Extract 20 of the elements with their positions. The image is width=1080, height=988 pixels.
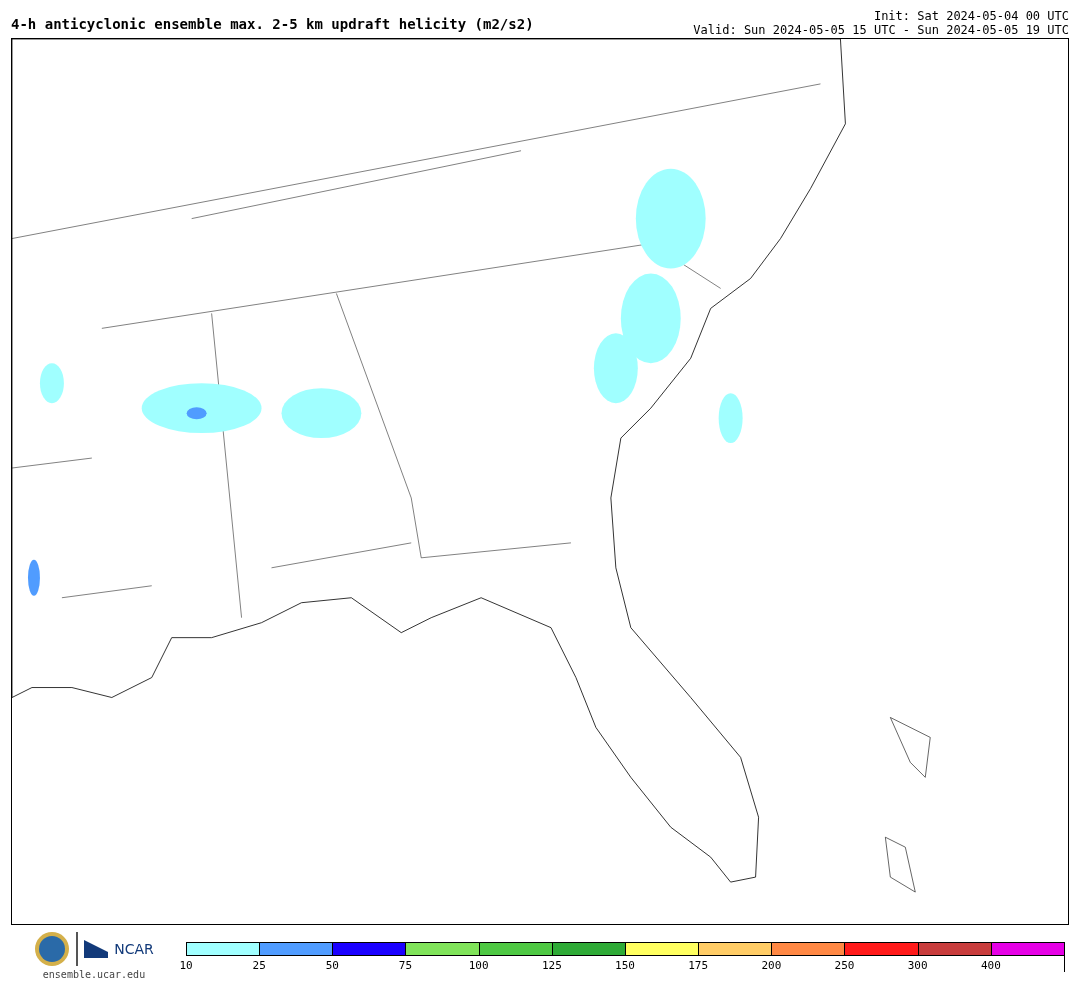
- legend-label: 150: [615, 959, 635, 972]
- divider-line-icon: [76, 932, 79, 966]
- init-time: Init: Sat 2024-05-04 00 UTC: [873, 9, 1069, 23]
- legend-label: 300: [907, 959, 928, 972]
- legend-label: 175: [688, 959, 709, 972]
- logo-text: NCAR: [114, 941, 154, 957]
- chart-title: 4-h anticyclonic ensemble max. 2-5 km updraft helicity (m2/s2): [11, 16, 534, 32]
- valid-time: Valid: Sun 2024-05-05 15 UTC - Sun 2024-05-05 19 UTC: [693, 23, 1069, 37]
- legend-label: 100: [468, 959, 489, 972]
- site-url: ensemble.ucar.edu: [42, 969, 146, 980]
- legend-label: 25: [252, 959, 266, 972]
- legend-label: 50: [325, 959, 339, 972]
- legend-label: 10: [179, 959, 193, 972]
- legend-label: 125: [541, 959, 562, 972]
- globe-logo-icon: [34, 931, 71, 967]
- wave-logo-icon: [84, 940, 109, 958]
- legend-label: 200: [761, 959, 782, 972]
- legend-label: 75: [398, 959, 413, 972]
- legend-label: 250: [834, 959, 855, 972]
- legend-label: 400: [980, 959, 1001, 972]
